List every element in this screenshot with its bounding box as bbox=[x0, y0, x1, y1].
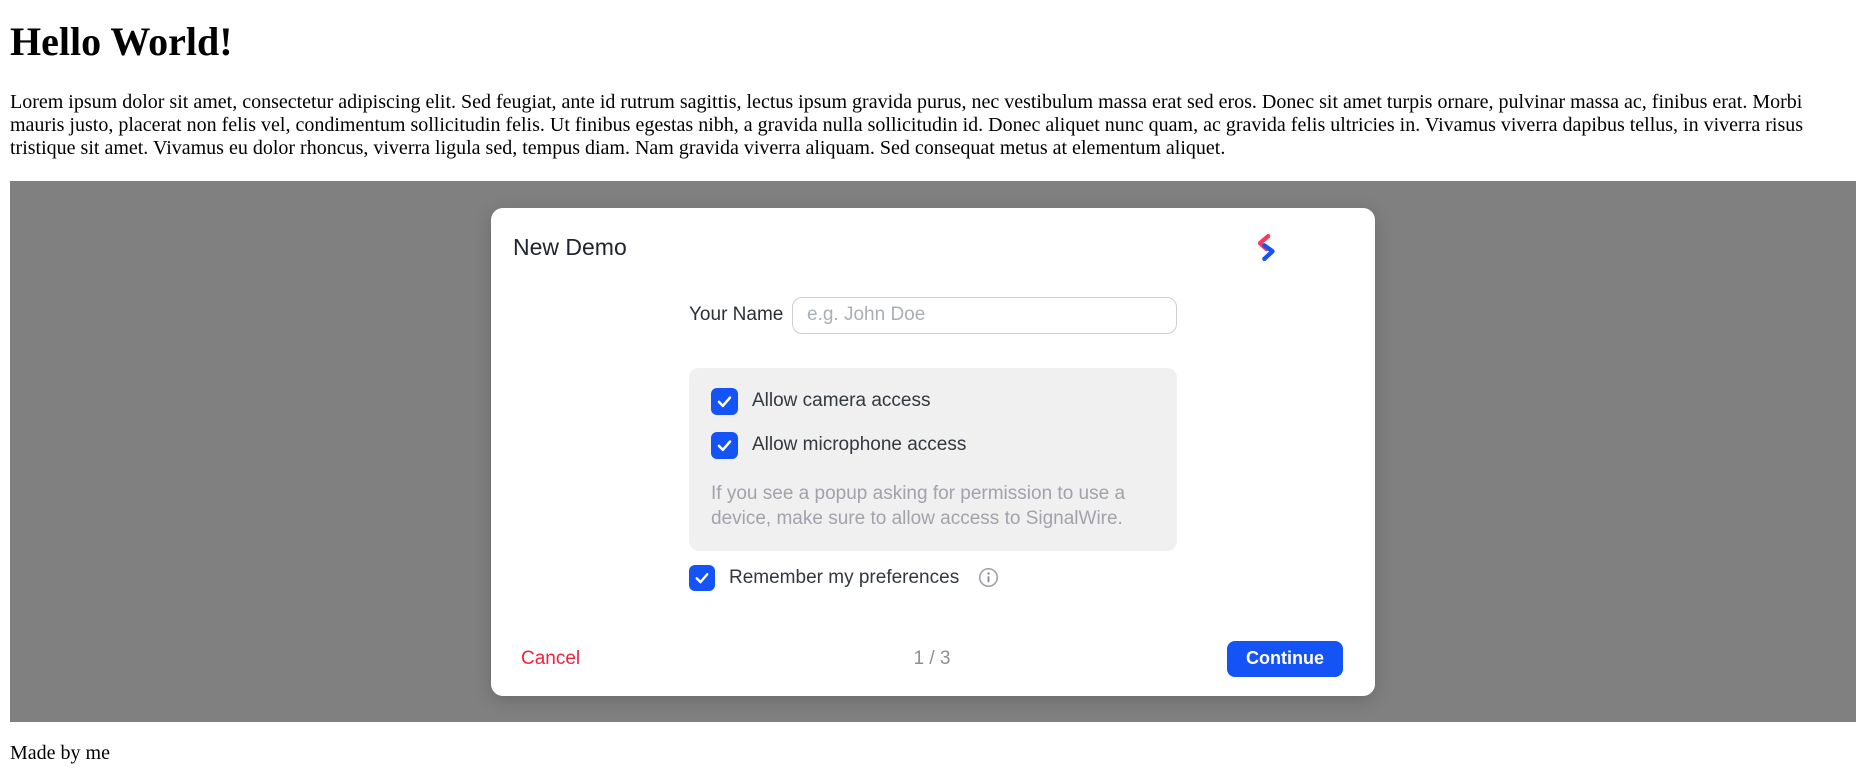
page-title: Hello World! bbox=[10, 18, 1856, 65]
permissions-panel: Allow camera access Allow microphone acc… bbox=[689, 368, 1177, 551]
modal-header: New Demo bbox=[491, 208, 1375, 261]
demo-overlay: New Demo Your Name bbox=[10, 181, 1856, 722]
name-field-row: Your Name bbox=[689, 297, 1177, 334]
camera-access-checkbox-row[interactable]: Allow camera access bbox=[711, 388, 1155, 415]
remember-preferences-row[interactable]: Remember my preferences bbox=[689, 565, 1177, 591]
modal-footer: Cancel 1 / 3 Continue bbox=[491, 641, 1375, 696]
modal-title: New Demo bbox=[513, 234, 1351, 261]
modal-body: Your Name Allow camera access bbox=[689, 297, 1177, 591]
footer-note: Made by me bbox=[10, 742, 1856, 765]
intro-paragraph: Lorem ipsum dolor sit amet, consectetur … bbox=[10, 91, 1856, 160]
signalwire-logo-icon bbox=[1253, 233, 1279, 262]
remember-checkbox[interactable] bbox=[689, 565, 715, 591]
camera-checkbox-label: Allow camera access bbox=[752, 390, 930, 412]
step-indicator: 1 / 3 bbox=[914, 648, 951, 670]
info-icon[interactable] bbox=[978, 567, 999, 588]
page: Hello World! Lorem ipsum dolor sit amet,… bbox=[10, 18, 1856, 765]
remember-checkbox-label: Remember my preferences bbox=[729, 567, 959, 589]
checkmark-icon bbox=[693, 569, 711, 587]
your-name-label: Your Name bbox=[689, 304, 781, 326]
your-name-input[interactable] bbox=[792, 297, 1177, 334]
permission-hint: If you see a popup asking for permission… bbox=[711, 481, 1131, 531]
camera-checkbox[interactable] bbox=[711, 388, 738, 415]
cancel-button[interactable]: Cancel bbox=[521, 648, 580, 670]
microphone-access-checkbox-row[interactable]: Allow microphone access bbox=[711, 432, 1155, 459]
continue-button[interactable]: Continue bbox=[1227, 641, 1343, 677]
microphone-checkbox[interactable] bbox=[711, 432, 738, 459]
new-demo-dialog: New Demo Your Name bbox=[491, 208, 1375, 696]
checkmark-icon bbox=[715, 436, 734, 455]
microphone-checkbox-label: Allow microphone access bbox=[752, 434, 966, 456]
checkmark-icon bbox=[715, 392, 734, 411]
